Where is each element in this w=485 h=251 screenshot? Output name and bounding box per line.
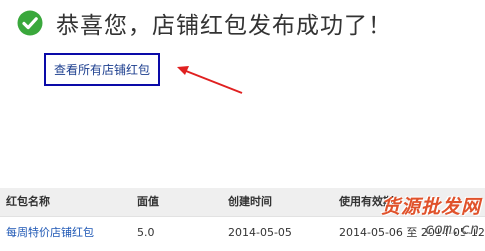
table-row: 每周特价店铺红包 5.0 2014-05-05 2014-05-06 至 201… <box>0 216 485 251</box>
red-packet-name-link[interactable]: 每周特价店铺红包 <box>6 217 94 249</box>
table-header: 红包名称 面值 创建时间 使用有效期 <box>0 188 485 216</box>
column-header-name: 红包名称 <box>6 195 50 208</box>
view-all-red-packets-button[interactable]: 查看所有店铺红包 <box>44 53 160 86</box>
validity-period-cell: 2014-05-06 至 2014-05-12 <box>339 226 485 239</box>
created-time-cell: 2014-05-05 <box>228 226 292 239</box>
column-header-validity: 使用有效期 <box>339 195 394 208</box>
column-header-value: 面值 <box>137 195 159 208</box>
success-message: 恭喜您，店铺红包发布成功了！ <box>56 13 392 39</box>
face-value-cell: 5.0 <box>137 226 155 239</box>
check-circle-icon <box>17 10 43 36</box>
column-header-created: 创建时间 <box>228 195 272 208</box>
